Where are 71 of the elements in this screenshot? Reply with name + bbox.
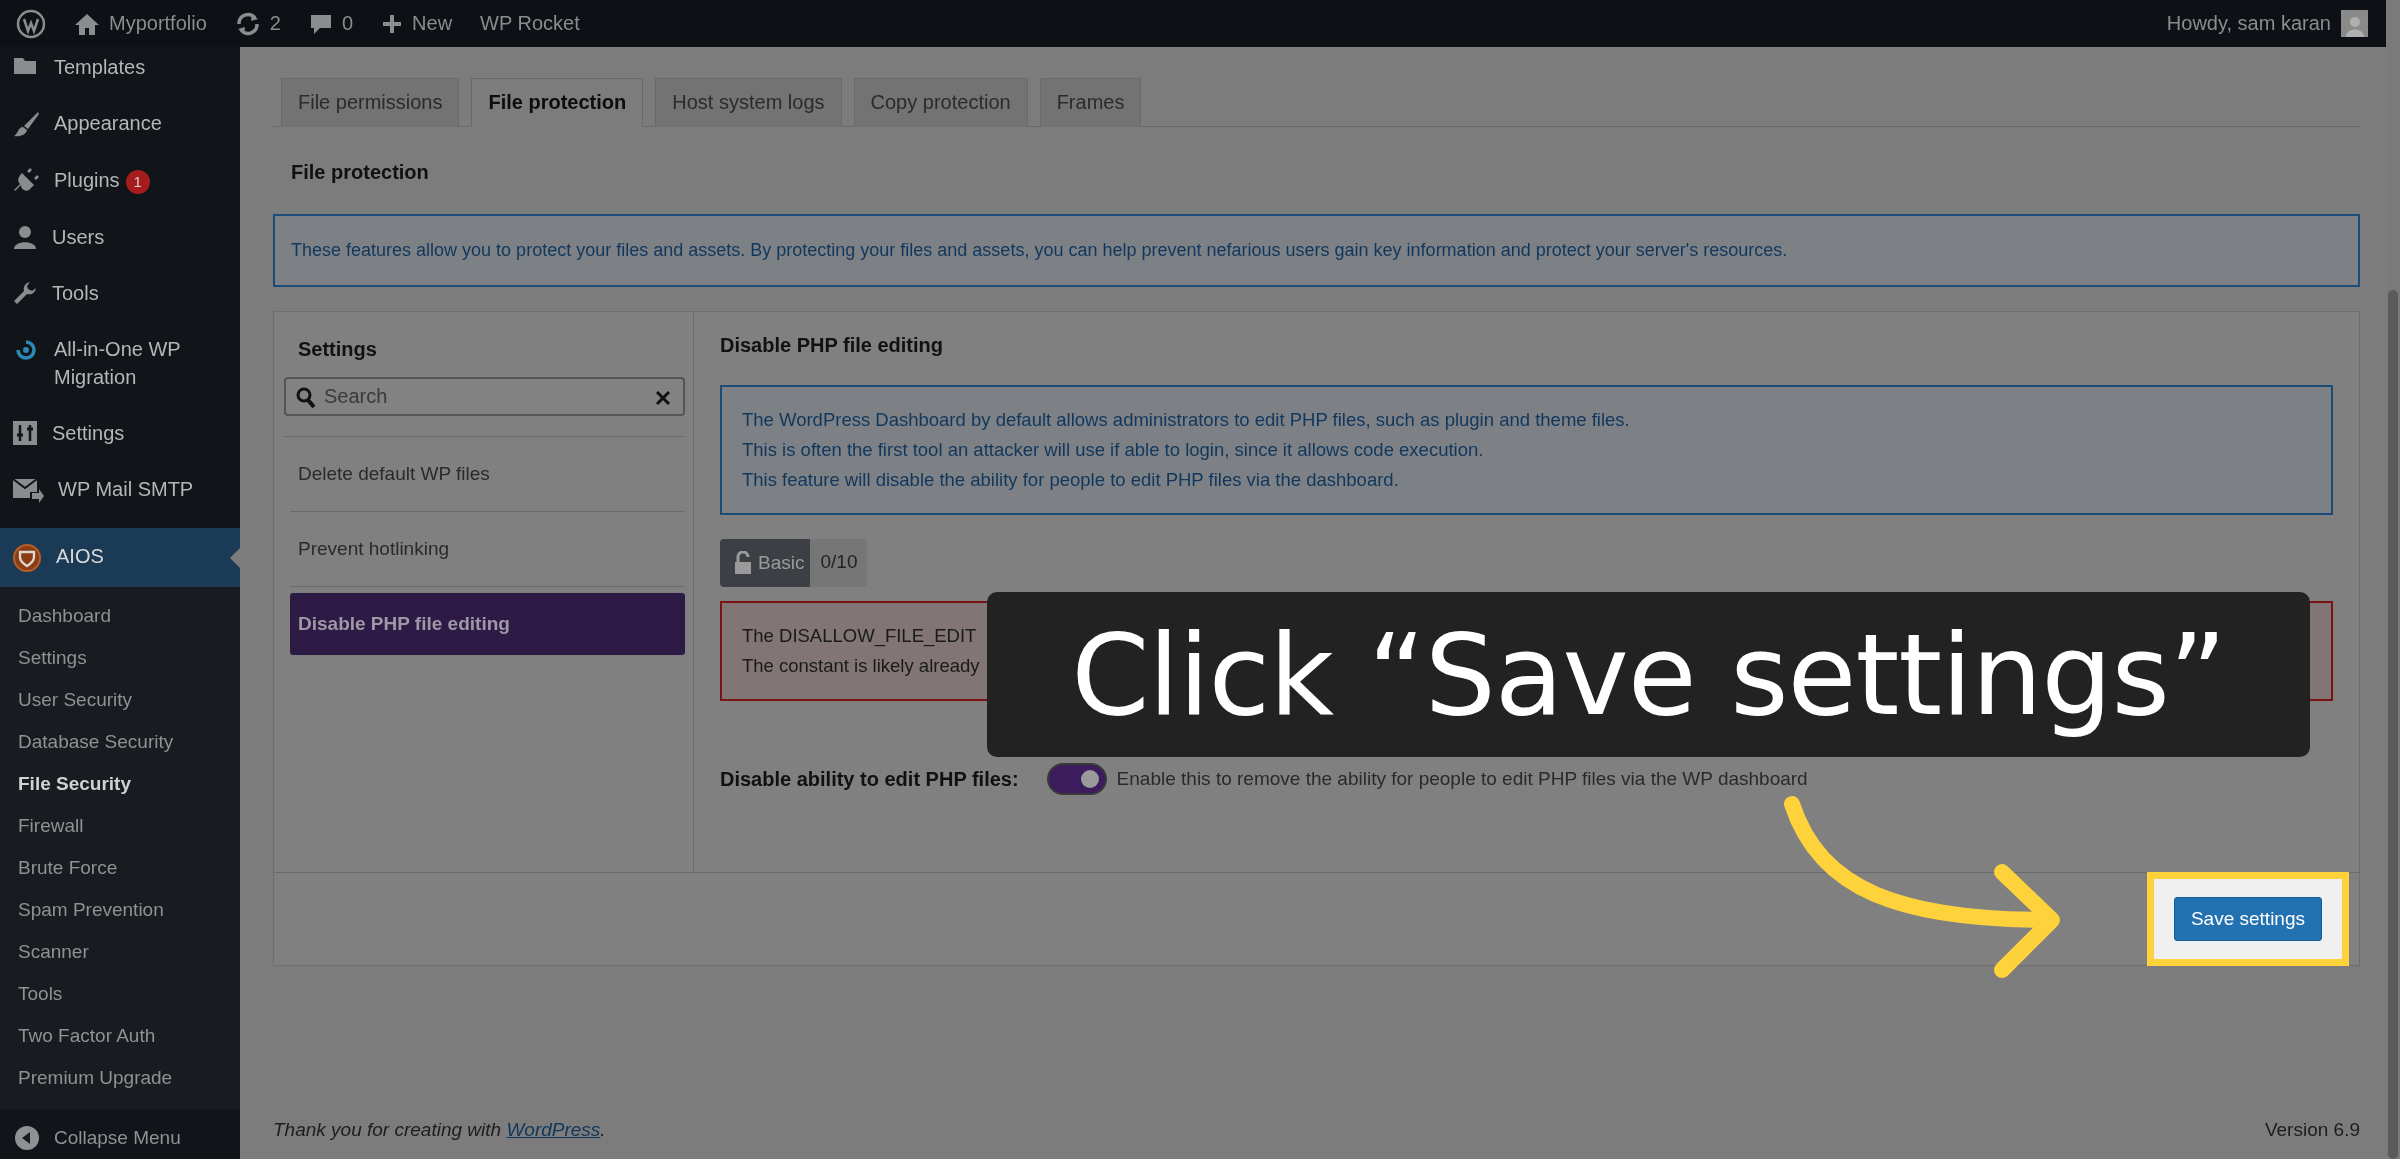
admin-bar-link[interactable]: 0 xyxy=(341,12,354,35)
menu-item[interactable]: AIOS xyxy=(0,528,240,587)
score-badge: 0/10 xyxy=(810,539,868,587)
collapse-menu-button[interactable]: Collapse Menu xyxy=(0,1109,240,1159)
home-icon xyxy=(74,11,100,36)
info-notice: These features allow you to protect your files and assets. By protecting your files and assets, you can help prevent nefarious users gain key information and protect your server's resources. xyxy=(273,214,2360,287)
error-text: The constant is likely already xyxy=(742,655,980,676)
shield-logo-icon xyxy=(12,543,42,573)
submenu-item[interactable]: Premium Upgrade xyxy=(0,1057,240,1099)
info-text: The WordPress Dashboard by default allows administrators to edit PHP files, such as plugin and theme files. xyxy=(742,408,1631,432)
tab[interactable]: Copy protection xyxy=(853,78,1028,127)
submenu-item[interactable]: Brute Force xyxy=(0,847,240,889)
save-button[interactable]: Save settings xyxy=(2173,897,2322,941)
footer-text: Thank you for creating with WordPress. xyxy=(273,1119,606,1141)
admin-bar-link[interactable]: WP Rocket xyxy=(480,12,580,35)
submenu-item[interactable]: Scanner xyxy=(0,931,240,973)
option-label: Disable ability to edit PHP files: xyxy=(720,767,1019,791)
user-icon xyxy=(12,224,38,250)
update-count: 1 xyxy=(125,170,150,194)
error-text: The DISALLOW_FILE_EDIT xyxy=(742,625,977,646)
menu-item[interactable]: Templates xyxy=(0,47,240,95)
tab[interactable]: Host system logs xyxy=(655,78,842,127)
plus-icon xyxy=(381,12,404,35)
clear-icon[interactable] xyxy=(655,390,671,406)
level-badge: Basic xyxy=(720,539,811,587)
admin-bar-link[interactable]: 2 xyxy=(269,12,281,35)
menu-item[interactable]: Settings xyxy=(0,405,240,461)
refresh-icon xyxy=(234,10,261,37)
menu-item[interactable]: Plugins 1 xyxy=(0,152,240,209)
toggle-switch[interactable] xyxy=(1046,763,1107,795)
wordpress-link[interactable]: WordPress xyxy=(506,1119,601,1140)
brush-icon xyxy=(12,110,40,138)
feature-nav-item[interactable]: Disable PHP file editing xyxy=(290,593,685,655)
tab[interactable]: Frames xyxy=(1039,78,1142,127)
submenu-item[interactable]: Spam Prevention xyxy=(0,889,240,931)
panel-title: Settings xyxy=(298,338,378,361)
menu-item[interactable]: WP Mail SMTP xyxy=(0,461,240,518)
wordpress-logo-icon[interactable] xyxy=(16,8,46,39)
menu-item[interactable]: All-in-One WP Migration xyxy=(0,321,240,405)
scrollbar[interactable] xyxy=(2386,0,2400,1159)
section-title: File protection xyxy=(291,161,430,184)
tab[interactable]: File permissions xyxy=(281,78,460,127)
submenu-item[interactable]: File Security xyxy=(0,763,240,805)
menu-item[interactable]: Users xyxy=(0,209,240,265)
search-icon xyxy=(296,387,316,409)
option-description: Enable this to remove the ability for people to edit PHP files via the WP dashboard xyxy=(1116,768,1808,790)
collapse-icon[interactable] xyxy=(14,1125,40,1151)
submenu-item[interactable]: User Security xyxy=(0,679,240,721)
submenu-item[interactable]: Database Security xyxy=(0,721,240,763)
info-text: This is often the first tool an attacker will use if able to login, since it allows code execution. xyxy=(742,438,1485,462)
feature-title: Disable PHP file editing xyxy=(720,334,945,357)
callout: Click “Save settings” xyxy=(987,592,2310,757)
version-text: Version 6.9 xyxy=(2264,1119,2360,1141)
info-text: This feature will disable the ability for people to edit PHP files via the dashboard. xyxy=(742,468,1400,492)
admin-bar-link[interactable]: Myportfolio xyxy=(109,12,207,35)
feature-nav-item[interactable]: Delete default WP files xyxy=(290,437,685,512)
submenu-item[interactable]: Tools xyxy=(0,973,240,1015)
submenu-item[interactable]: Settings xyxy=(0,637,240,679)
wrench-icon xyxy=(12,280,38,306)
menu-item[interactable]: Tools xyxy=(0,265,240,321)
mail-icon xyxy=(12,476,44,504)
submenu-item[interactable]: Dashboard xyxy=(0,595,240,637)
user-greeting[interactable]: Howdy, sam karan xyxy=(2166,12,2331,35)
submenu-item[interactable]: Firewall xyxy=(0,805,240,847)
tab[interactable]: File protection xyxy=(471,78,644,127)
search-field[interactable]: Search xyxy=(284,377,685,416)
sliders-icon xyxy=(12,420,38,446)
feature-nav-item[interactable]: Prevent hotlinking xyxy=(290,512,685,587)
admin-bar-link[interactable]: New xyxy=(412,12,453,35)
menu-item[interactable]: Appearance xyxy=(0,95,240,152)
submenu-item[interactable]: Two Factor Auth xyxy=(0,1015,240,1057)
